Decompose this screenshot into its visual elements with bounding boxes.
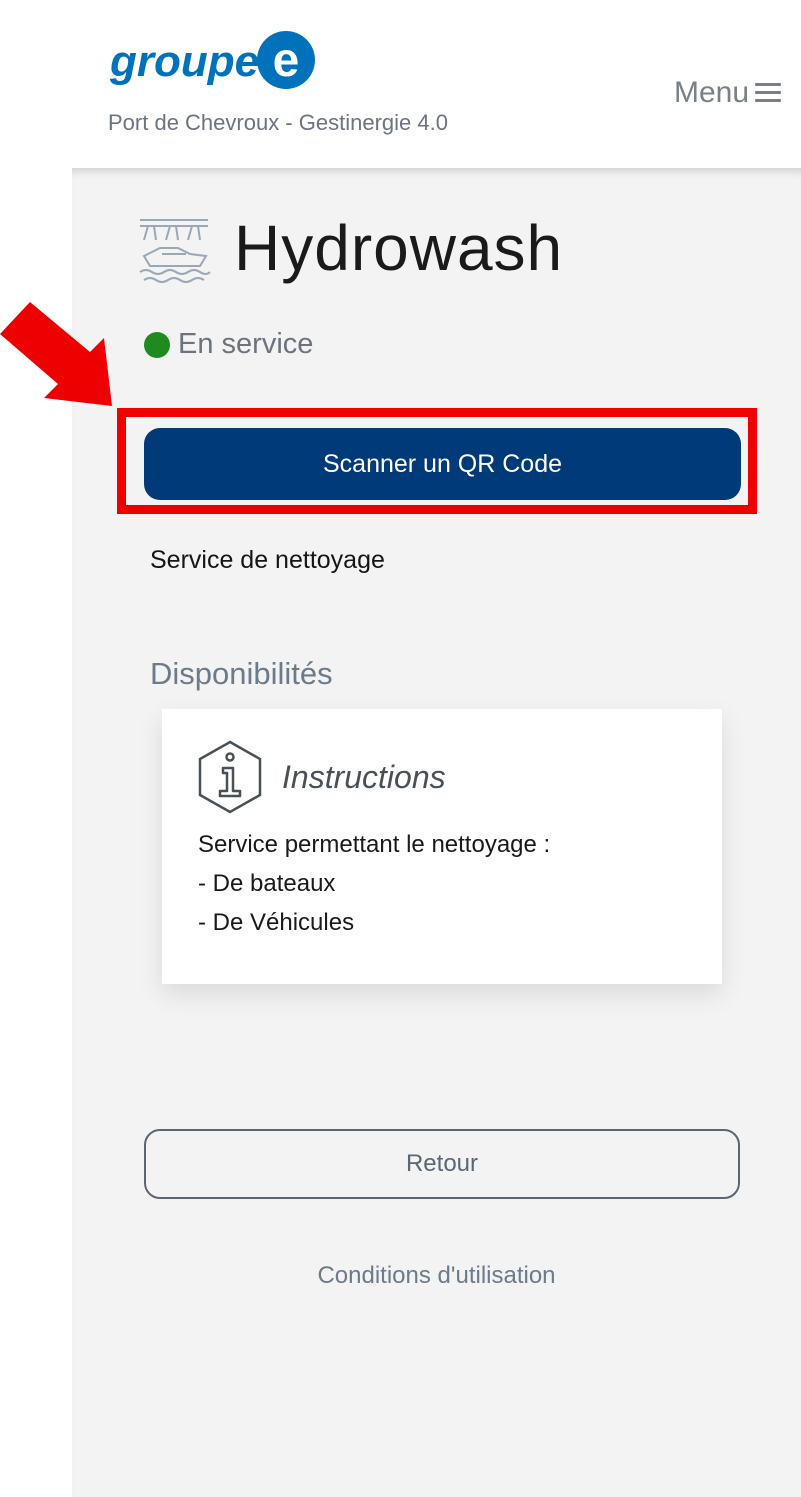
service-description: Service de nettoyage (150, 546, 385, 574)
instructions-header: Instructions (196, 739, 446, 815)
logo-text: groupe (109, 37, 259, 86)
status-dot-icon (144, 331, 170, 358)
status-text: En service (178, 328, 314, 360)
availability-heading: Disponibilités (150, 656, 333, 691)
scan-qr-code-button[interactable]: Scanner un QR Code (144, 428, 741, 500)
arrow-annotation (0, 302, 112, 406)
status-indicator: En service (144, 328, 313, 361)
info-icon (198, 740, 262, 814)
boat-wash-icon (139, 219, 211, 283)
site-subtitle: Port de Chevroux - Gestinergie 4.0 (108, 110, 448, 135)
back-button[interactable]: Retour (144, 1129, 740, 1199)
menu-button[interactable]: Menu (674, 76, 781, 110)
logo-letter: e (273, 34, 300, 87)
instruction-line: Service permettant le nettoyage : (198, 831, 551, 858)
instructions-card: Instructions Service permettant le netto… (162, 709, 722, 984)
instruction-line: - De bateaux (198, 870, 336, 897)
groupe-e-logo[interactable]: groupe e (108, 18, 348, 98)
instructions-title: Instructions (282, 758, 446, 795)
instruction-line: - De Véhicules (198, 909, 355, 936)
instructions-text: Service permettant le nettoyage : - De b… (198, 825, 550, 942)
title-row: Hydrowash (134, 208, 563, 288)
app-header: groupe e Port de Chevroux - Gestinergie … (0, 0, 801, 168)
main-content: Hydrowash En service Scanner un QR Code … (72, 168, 801, 1497)
hamburger-icon (755, 82, 781, 104)
terms-link[interactable]: Conditions d'utilisation (72, 1262, 801, 1290)
menu-label: Menu (673, 76, 749, 109)
page-title: Hydrowash (234, 212, 564, 284)
